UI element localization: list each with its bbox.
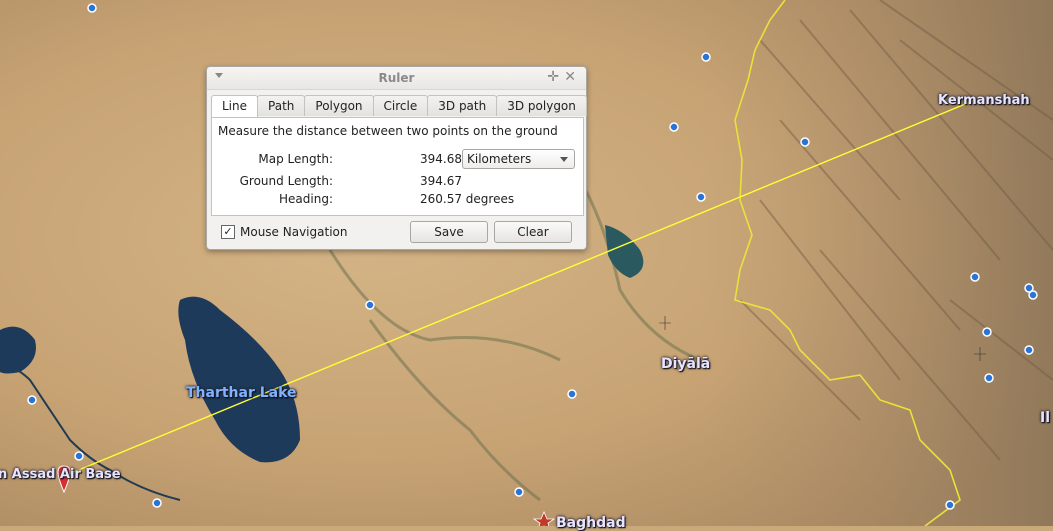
label-assad-air-base[interactable]: n Assad Air Base [0,467,121,482]
ruler-titlebar[interactable]: Ruler ✛ ✕ [207,67,586,90]
ground-length-value: 394.67 [420,174,462,188]
tab-line[interactable]: Line [211,95,259,118]
unit-select[interactable]: Kilometers [462,149,575,169]
label-baghdad[interactable]: Baghdad [556,515,626,531]
tab-3d-path[interactable]: 3D path [427,95,498,116]
chevron-down-icon [560,157,568,162]
mouse-navigation-label[interactable]: Mouse Navigation [240,225,347,239]
clear-button[interactable]: Clear [494,221,572,243]
map-length-value: 394.68 [420,152,462,166]
measure-tabs: Line Path Polygon Circle 3D path 3D poly… [211,95,587,118]
tab-polygon[interactable]: Polygon [304,95,374,116]
line-panel: Measure the distance between two points … [211,117,584,216]
label-ilam-partial[interactable]: Il [1040,410,1050,426]
label-diyala[interactable]: Diyālā [661,356,710,372]
tab-path[interactable]: Path [257,95,306,116]
close-icon[interactable]: ✕ [564,69,576,85]
heading-row: Heading: 260.57 degrees [212,192,583,208]
label-kermanshah[interactable]: Kermanshah [938,93,1030,108]
heading-label: Heading: [279,192,333,206]
pin-icon[interactable]: ✛ [547,69,559,85]
tab-circle[interactable]: Circle [372,95,429,116]
unit-select-value: Kilometers [467,152,532,166]
tab-3d-polygon[interactable]: 3D polygon [496,95,587,116]
ground-length-label: Ground Length: [239,174,333,188]
measure-description: Measure the distance between two points … [218,124,558,138]
save-button[interactable]: Save [410,221,488,243]
ruler-dialog[interactable]: Ruler ✛ ✕ Line Path Polygon Circle 3D pa… [206,66,587,250]
mouse-navigation-checkbox[interactable]: ✓ [221,225,235,239]
ruler-title: Ruler [378,71,415,85]
ruler-footer: ✓ Mouse Navigation Save Clear [207,217,586,247]
map-length-label: Map Length: [258,152,333,166]
heading-value: 260.57 degrees [420,192,515,206]
label-tharthar-lake[interactable]: Tharthar Lake [186,385,297,401]
ground-length-row: Ground Length: 394.67 [212,174,583,190]
map-length-row: Map Length: 394.68 Kilometers [212,149,583,169]
